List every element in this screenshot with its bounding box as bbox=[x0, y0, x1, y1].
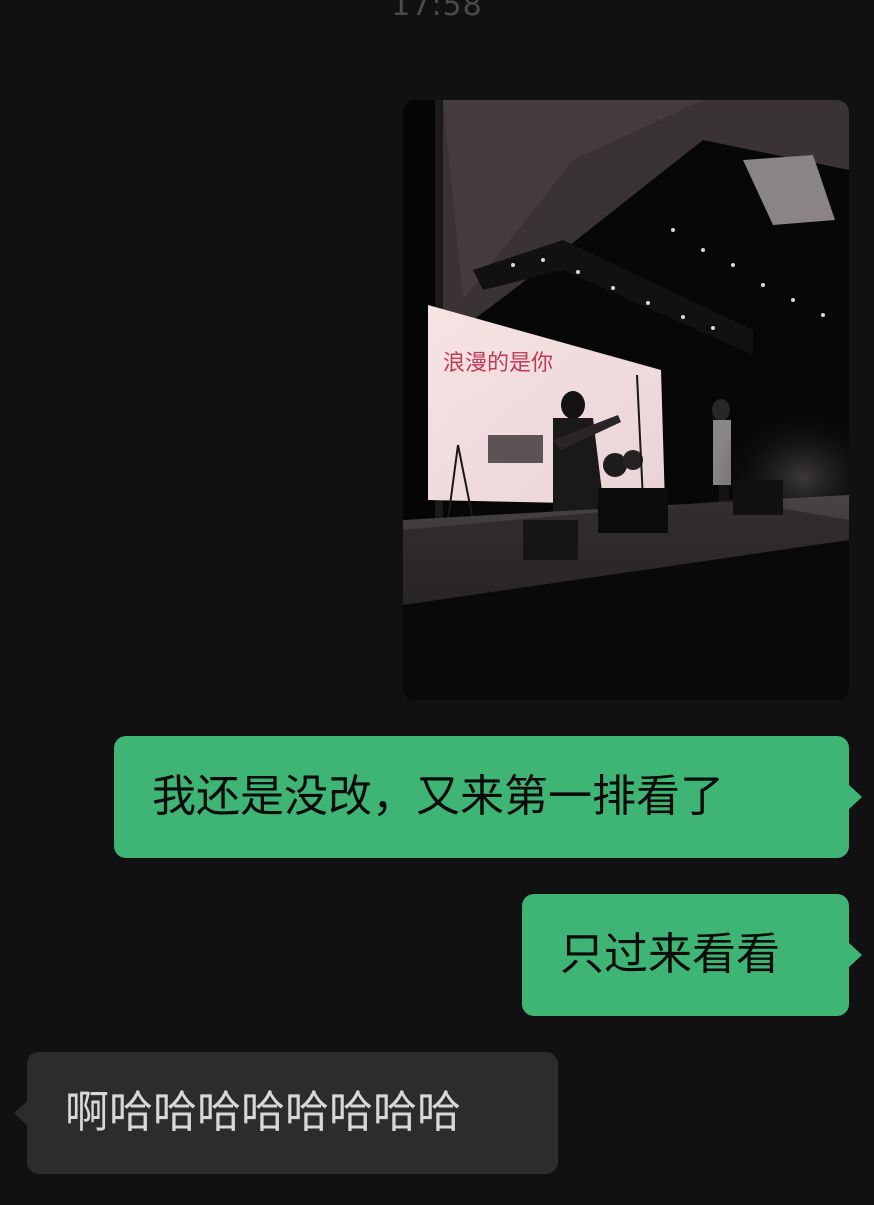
message-text: 我还是没改，又来第一排看了 bbox=[152, 771, 724, 822]
concert-photo: 浪漫的是你 bbox=[403, 100, 849, 700]
concert-photo-message[interactable]: 浪漫的是你 bbox=[403, 100, 849, 700]
message-text: 啊哈哈哈哈哈哈哈哈 bbox=[65, 1087, 461, 1138]
incoming-message-bubble[interactable]: 啊哈哈哈哈哈哈哈哈 bbox=[14, 1052, 558, 1174]
bubble-tail bbox=[14, 1100, 28, 1126]
bubble-tail bbox=[848, 784, 862, 810]
screen-text: 浪漫的是你 bbox=[443, 351, 553, 376]
outgoing-message-bubble[interactable]: 只过来看看 bbox=[522, 894, 862, 1016]
outgoing-message-bubble[interactable]: 我还是没改，又来第一排看了 bbox=[114, 736, 862, 858]
bubble-tail bbox=[848, 942, 862, 968]
message-text: 只过来看看 bbox=[560, 929, 780, 980]
message-timestamp: 17:58 bbox=[391, 0, 483, 23]
svg-text:浪漫的是你: 浪漫的是你 bbox=[443, 351, 553, 376]
